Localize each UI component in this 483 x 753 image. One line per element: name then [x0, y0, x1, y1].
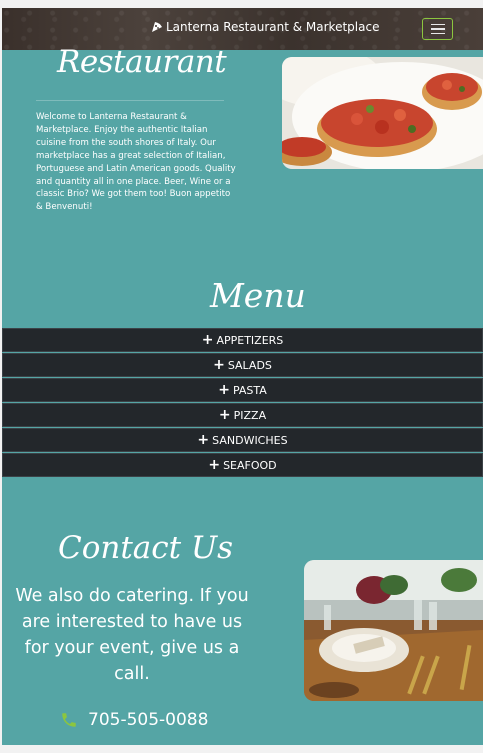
menu-item-label: SANDWICHES [212, 433, 288, 447]
phone-link[interactable]: 705-505-0088 [60, 710, 208, 730]
divider [36, 100, 224, 101]
contact-heading: Contact Us [58, 530, 233, 566]
plus-icon: + [197, 432, 210, 448]
menu-item-label: PIZZA [233, 408, 267, 422]
plus-icon: + [201, 332, 214, 348]
menu-accordion: + APPETIZERS + SALADS + PASTA + PIZZA + … [2, 328, 483, 478]
catering-text: We also do catering. If you are interest… [15, 586, 249, 684]
menu-item-label: APPETIZERS [216, 333, 284, 347]
menu-item-sandwiches[interactable]: + SANDWICHES [2, 428, 483, 452]
menu-item-label: SALADS [227, 358, 272, 372]
catering-table-image [304, 560, 483, 701]
plus-icon: + [208, 457, 221, 473]
plus-icon: + [213, 357, 225, 373]
menu-item-seafood[interactable]: + SEAFOOD [2, 453, 483, 477]
plus-icon: + [218, 382, 230, 398]
menu-item-appetizers[interactable]: + APPETIZERS [2, 328, 483, 352]
menu-item-pasta[interactable]: + PASTA [2, 378, 483, 402]
pizza-slice-icon [152, 22, 162, 32]
phone-icon [62, 713, 76, 727]
menu-item-label: PASTA [232, 383, 267, 397]
restaurant-heading: Restaurant [57, 44, 227, 80]
brand-name: Lanterna Restaurant & Marketplace [166, 20, 380, 34]
plus-icon: + [218, 407, 231, 423]
bruschetta-image [282, 57, 483, 169]
menu-item-salads[interactable]: + SALADS [2, 353, 483, 377]
welcome-text: Welcome to Lanterna Restaurant & Marketp… [36, 112, 236, 213]
menu-heading: Menu [210, 276, 306, 315]
brand-link[interactable]: Lanterna Restaurant & Marketplace [151, 20, 379, 34]
menu-item-pizza[interactable]: + PIZZA [2, 403, 483, 427]
page: Lanterna Restaurant & Marketplace Restau… [2, 8, 483, 745]
menu-item-label: SEAFOOD [223, 458, 277, 472]
hamburger-menu-icon[interactable] [422, 18, 453, 40]
phone-number: 705-505-0088 [88, 710, 209, 730]
